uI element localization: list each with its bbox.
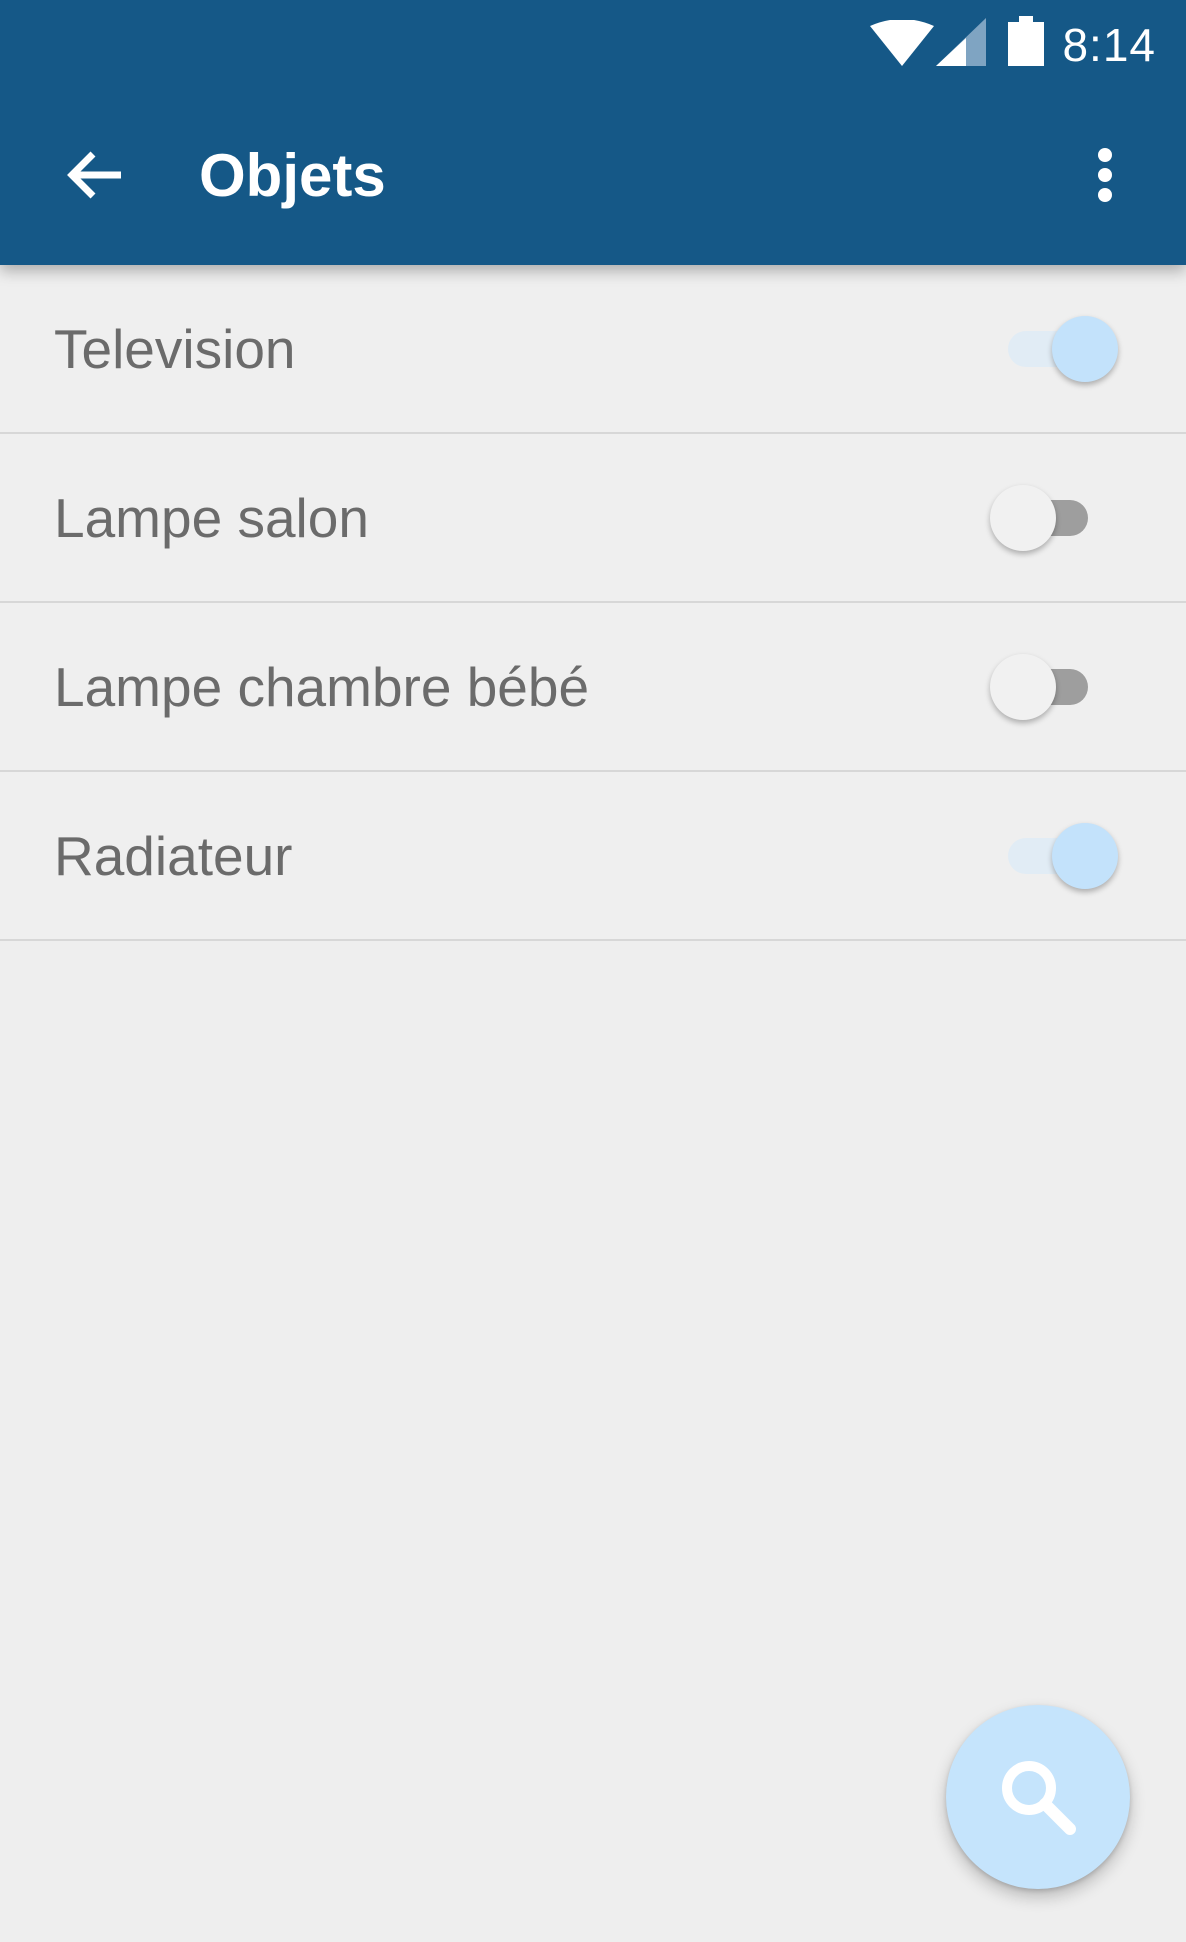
toggle-thumb: [1052, 315, 1118, 382]
status-time: 8:14: [1062, 19, 1156, 71]
back-button[interactable]: [50, 130, 140, 220]
toggle-switch[interactable]: [990, 309, 1118, 389]
overflow-menu-button[interactable]: [1060, 130, 1150, 220]
search-icon: [1002, 1761, 1076, 1835]
item-label: Lampe salon: [54, 486, 369, 549]
item-label: Lampe chambre bébé: [54, 655, 590, 718]
toggle-thumb: [990, 653, 1056, 720]
list-item-lampe-chambre-bebe[interactable]: Lampe chambre bébé: [0, 603, 1186, 772]
status-bar: 8:14: [0, 0, 1186, 90]
list-item-lampe-salon[interactable]: Lampe salon: [0, 434, 1186, 603]
list-item-radiateur[interactable]: Radiateur: [0, 772, 1186, 941]
item-label: Radiateur: [54, 824, 293, 887]
list-item-television[interactable]: Television: [0, 265, 1186, 434]
toggle-switch[interactable]: [990, 478, 1118, 558]
item-label: Television: [54, 317, 296, 380]
wifi-icon: [870, 20, 934, 66]
toolbar: Objets: [0, 90, 1186, 265]
search-fab-button[interactable]: [946, 1705, 1130, 1889]
signal-icon: [936, 18, 986, 66]
toggle-thumb: [990, 484, 1056, 551]
app-bar: 8:14 Objets: [0, 0, 1186, 265]
arrow-left-icon: [67, 151, 121, 199]
page-title: Objets: [199, 142, 386, 209]
battery-icon: [1008, 16, 1044, 66]
toggle-switch[interactable]: [990, 816, 1118, 896]
toggle-thumb: [1052, 822, 1118, 889]
objects-list: Television Lampe salon Lampe chambre béb…: [0, 265, 1186, 941]
toggle-switch[interactable]: [990, 647, 1118, 727]
more-vertical-icon: [1098, 148, 1112, 202]
